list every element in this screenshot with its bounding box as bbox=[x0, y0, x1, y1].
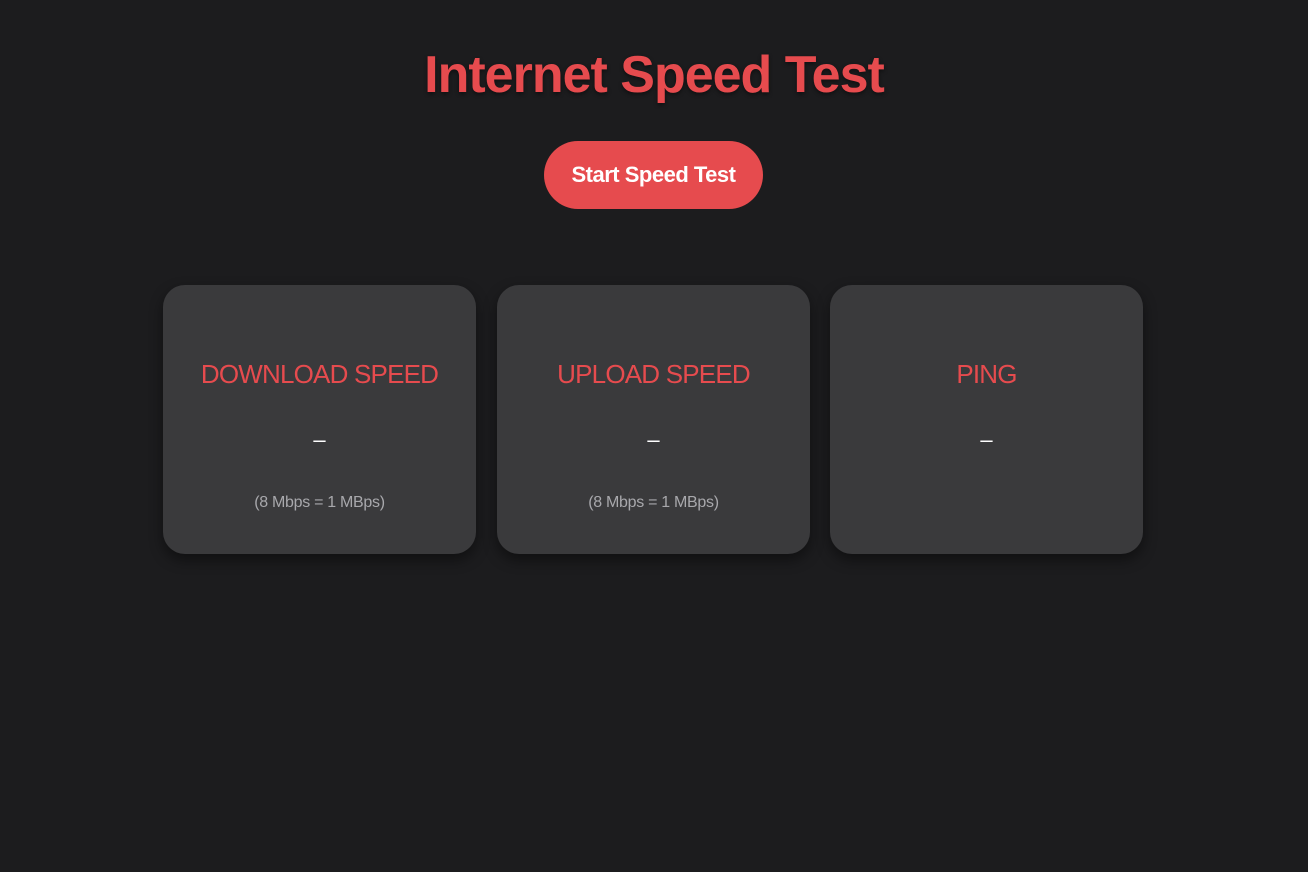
download-speed-value: – bbox=[313, 427, 326, 452]
upload-speed-value: – bbox=[647, 427, 660, 452]
ping-label: PING bbox=[956, 359, 1017, 389]
upload-speed-card: UPLOAD SPEED – (8 Mbps = 1 MBps) bbox=[497, 285, 810, 554]
upload-speed-label: UPLOAD SPEED bbox=[557, 359, 750, 389]
ping-value: – bbox=[980, 427, 993, 452]
download-speed-note: (8 Mbps = 1 MBps) bbox=[254, 494, 385, 511]
download-speed-label: DOWNLOAD SPEED bbox=[200, 359, 439, 389]
upload-speed-note: (8 Mbps = 1 MBps) bbox=[588, 494, 719, 511]
download-speed-card: DOWNLOAD SPEED – (8 Mbps = 1 MBps) bbox=[163, 285, 476, 554]
start-speed-test-button[interactable]: Start Speed Test bbox=[544, 141, 763, 209]
speed-test-page: Internet Speed Test Start Speed Test DOW… bbox=[0, 0, 1308, 872]
page-title: Internet Speed Test bbox=[424, 46, 885, 104]
ping-card: PING – bbox=[830, 285, 1143, 554]
